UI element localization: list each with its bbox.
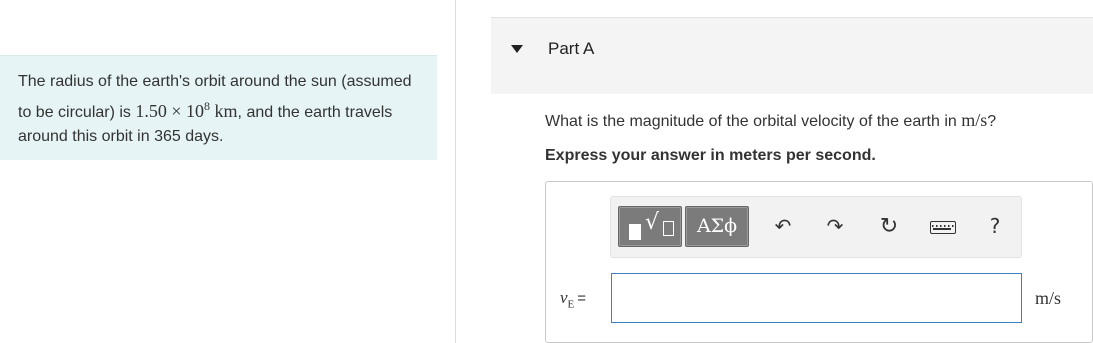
answer-variable-label: vE = <box>560 288 587 311</box>
keyboard-icon[interactable] <box>927 206 957 247</box>
collapse-caret-icon[interactable] <box>511 45 523 53</box>
help-button[interactable]: ? <box>983 206 1007 247</box>
radical-icon: √ <box>645 210 660 235</box>
answer-unit: m/s <box>1035 288 1062 308</box>
answer-box: √ ΑΣϕ ↶ ↷ ↻ ? vE = m/s <box>545 181 1093 343</box>
answer-input[interactable] <box>611 273 1022 323</box>
answer-instruction: Express your answer in meters per second… <box>545 147 876 164</box>
problem-pane: The radius of the earth's orbit around t… <box>0 0 456 343</box>
undo-icon[interactable]: ↶ <box>771 206 795 247</box>
templates-button[interactable]: √ <box>618 206 682 247</box>
reset-icon[interactable]: ↻ <box>877 206 901 247</box>
redo-icon[interactable]: ↷ <box>823 206 847 247</box>
keyboard-spacebar <box>933 228 951 230</box>
question-text: What is the magnitude of the orbital vel… <box>545 110 997 130</box>
template-slot-icon <box>663 221 674 236</box>
math-toolbar: √ ΑΣϕ ↶ ↷ ↻ ? <box>610 196 1022 258</box>
greek-symbols-button[interactable]: ΑΣϕ <box>685 206 749 247</box>
template-box-icon <box>629 224 641 240</box>
intro-math: 1.50 × 108 km <box>135 99 238 121</box>
part-header[interactable]: Part A <box>491 17 1093 94</box>
problem-statement: The radius of the earth's orbit around t… <box>0 55 437 160</box>
part-title: Part A <box>548 39 595 58</box>
